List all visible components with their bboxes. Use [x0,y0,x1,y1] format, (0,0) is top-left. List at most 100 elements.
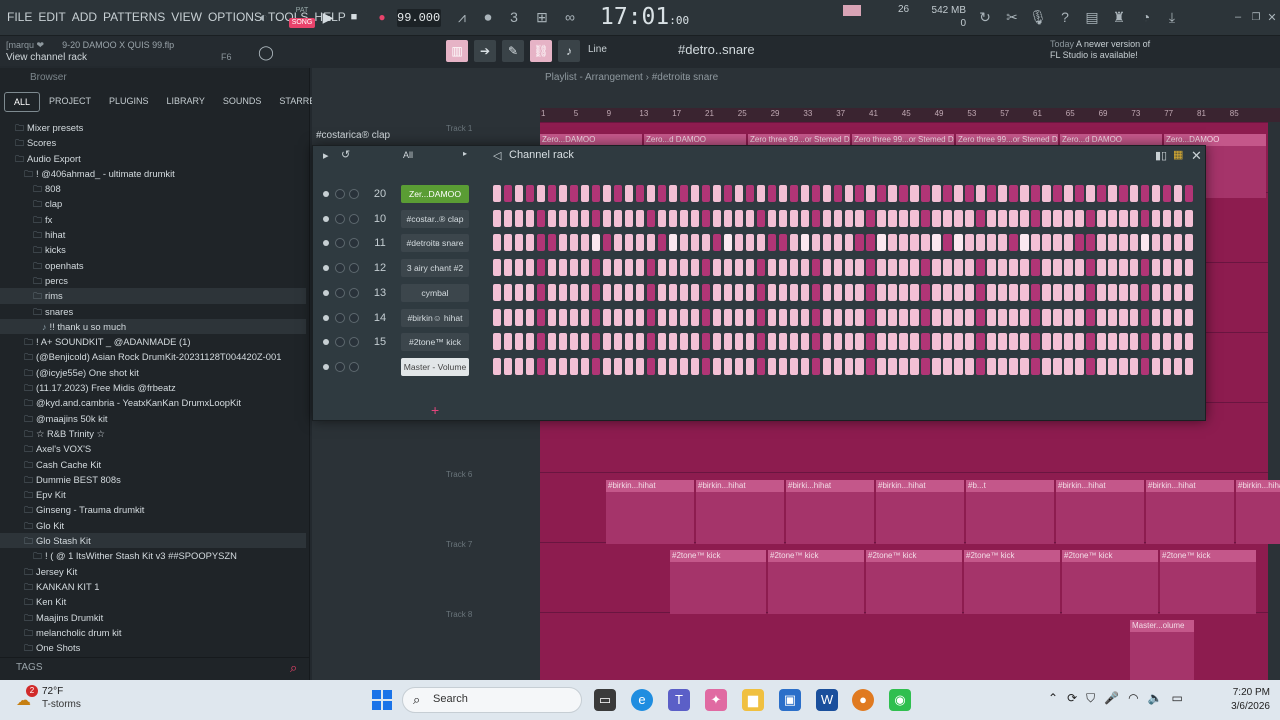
step-button[interactable] [987,234,996,252]
step-button[interactable] [1108,209,1117,227]
step-button[interactable] [822,283,831,301]
playlist-clip[interactable]: #birkin...hihat [1056,480,1144,544]
step-button[interactable] [987,185,996,202]
step-button[interactable] [613,234,623,252]
step-button[interactable] [525,308,535,326]
step-button[interactable] [1174,283,1183,301]
step-button[interactable] [1020,209,1029,227]
playlist-clip[interactable]: #2tone™ kick [670,550,766,614]
step-button[interactable] [833,333,842,351]
menu-add[interactable]: ADD [69,10,100,24]
step-button[interactable] [602,357,612,375]
step-button[interactable] [1009,234,1018,252]
step-button[interactable] [1031,283,1040,301]
step-button[interactable] [547,333,557,351]
channel-name-button[interactable]: 3 airy chant #2 [401,259,469,278]
step-button[interactable] [646,234,656,252]
step-button[interactable] [602,308,612,326]
step-button[interactable] [1097,283,1106,301]
browser-tab-all[interactable]: ALL [4,92,41,112]
step-button[interactable] [1042,185,1051,202]
step-button[interactable] [789,259,798,277]
step-button[interactable] [602,209,612,227]
step-button[interactable] [525,234,535,252]
step-button[interactable] [734,308,744,326]
step-button[interactable] [844,283,853,301]
step-button[interactable] [1086,259,1095,277]
step-button[interactable] [569,259,579,277]
step-button[interactable] [668,234,678,252]
step-button[interactable] [811,308,820,326]
pan-knob-icon[interactable] [335,238,345,249]
browser-item[interactable]: 🗀 Jersey Kit [0,564,306,579]
step-button[interactable] [987,209,996,227]
taskbar-search[interactable]: ⌕ Search [402,687,582,713]
step-button[interactable] [932,283,941,301]
stop-icon[interactable]: ■ [344,7,364,27]
step-button[interactable] [1053,333,1062,351]
channel-name-button[interactable]: #detroitʙ snare [401,234,469,253]
step-button[interactable] [844,234,853,252]
step-button[interactable] [1163,357,1172,375]
step-button[interactable] [943,185,952,202]
step-button[interactable] [954,333,963,351]
metronome-icon[interactable]: ⩘ [452,7,472,27]
step-button[interactable] [1020,234,1029,252]
browser-item[interactable]: 🗀 Glo Kit [0,518,306,533]
step-button[interactable] [998,357,1007,375]
step-button[interactable] [657,357,667,375]
step-button[interactable] [822,209,831,227]
step-button[interactable] [1053,259,1062,277]
step-button[interactable] [767,308,776,326]
step-button[interactable] [1086,209,1095,227]
step-button[interactable] [690,308,700,326]
step-button[interactable] [778,185,787,202]
step-button[interactable] [888,209,897,227]
step-button[interactable] [1075,234,1084,252]
step-button[interactable] [1097,209,1106,227]
step-button[interactable] [701,357,711,375]
chevron-up-icon[interactable]: ⌃ [1048,691,1058,706]
channel-mute-led[interactable] [323,240,329,247]
step-button[interactable] [899,259,908,277]
step-button[interactable] [1064,308,1073,326]
step-button[interactable] [1053,357,1062,375]
step-edit-icon[interactable]: ⊞ [532,7,552,27]
step-button[interactable] [646,357,656,375]
step-button[interactable] [701,234,711,252]
step-button[interactable] [866,209,875,227]
channel-mute-led[interactable] [323,339,329,346]
step-button[interactable] [514,308,524,326]
step-button[interactable] [690,283,700,301]
step-button[interactable] [1141,308,1150,326]
step-button[interactable] [734,259,744,277]
browser-item[interactable]: 🗀 Glo Stash Kit [0,533,306,549]
browser-item[interactable]: 🗀 Axel's VOX'S [0,441,306,456]
step-button[interactable] [1064,234,1073,252]
step-button[interactable] [1053,234,1062,252]
step-button[interactable] [778,283,787,301]
step-button[interactable] [723,333,733,351]
step-button[interactable] [646,259,656,277]
step-button[interactable] [1152,308,1161,326]
step-button[interactable] [932,209,941,227]
step-button[interactable] [525,185,535,202]
channel-mute-led[interactable] [323,191,329,197]
step-button[interactable] [987,283,996,301]
step-button[interactable] [580,308,590,326]
step-button[interactable] [910,209,919,227]
step-button[interactable] [1119,333,1128,351]
step-button[interactable] [866,357,875,375]
step-button[interactable] [635,333,645,351]
step-button[interactable] [536,185,546,202]
step-button[interactable] [921,185,930,202]
step-button[interactable] [503,308,513,326]
step-button[interactable] [1031,259,1040,277]
browser-item[interactable]: 🗀 Cash Cache Kit [0,457,306,472]
step-button[interactable] [998,259,1007,277]
step-button[interactable] [580,234,590,252]
wifi-icon[interactable]: ◠ [1128,691,1138,706]
step-button[interactable] [976,333,985,351]
step-button[interactable] [888,357,897,375]
step-button[interactable] [1075,357,1084,375]
